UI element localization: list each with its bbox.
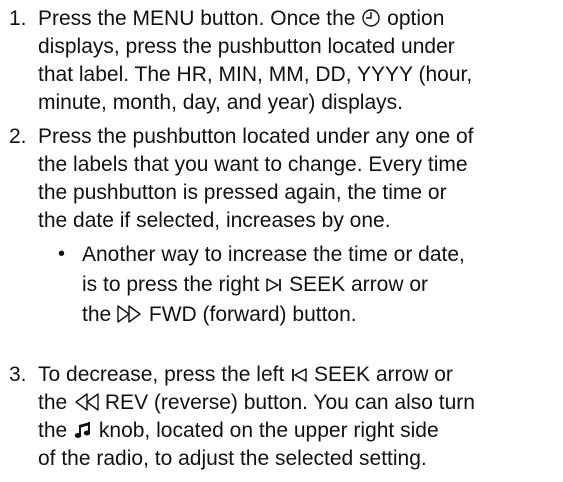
text-line: that label. The HR, MIN, MM, DD, YYYY (h… xyxy=(38,63,473,86)
text-segment: To decrease, press the left xyxy=(38,363,285,386)
text-line: the FWD (forward) button. xyxy=(82,300,552,330)
step-number: 2. xyxy=(9,125,27,148)
text-line: the pushbutton is pressed again, the tim… xyxy=(38,181,447,204)
text-line: of the radio, to adjust the selected set… xyxy=(38,447,427,470)
text-segment: SEEK arrow or xyxy=(314,363,453,386)
fast-forward-icon xyxy=(117,305,141,323)
text-segment: REV (reverse) button. You can also turn xyxy=(104,391,475,414)
music-note-icon xyxy=(74,422,91,438)
text-segment: the xyxy=(38,419,68,442)
bullet-text: Another way to increase the time or date… xyxy=(82,240,552,330)
text-segment: is to press the right xyxy=(82,273,260,296)
text-line: the REV (reverse) button. You can also t… xyxy=(38,389,558,417)
text-segment: Press the MENU button. Once the xyxy=(38,7,356,30)
text-line: the labels that you want to change. Ever… xyxy=(38,153,468,176)
text-line: is to press the right SEEK arrow or xyxy=(82,270,552,300)
text-segment: SEEK arrow or xyxy=(289,273,428,296)
clock-icon xyxy=(362,9,381,27)
bullet-mark: • xyxy=(58,243,66,265)
step-text: Press the MENU button. Once the option d… xyxy=(38,5,558,117)
text-segment: knob, located on the upper right side xyxy=(98,419,439,442)
step-text: Press the pushbutton located under any o… xyxy=(38,123,558,235)
text-segment: option xyxy=(387,7,445,30)
step-number: 3. xyxy=(9,363,27,386)
text-line: To decrease, press the left SEEK arrow o… xyxy=(38,361,558,389)
step-text: To decrease, press the left SEEK arrow o… xyxy=(38,361,558,473)
text-line: displays, press the pushbutton located u… xyxy=(38,35,455,58)
step-number: 1. xyxy=(9,7,27,30)
text-segment: the xyxy=(82,303,112,326)
instruction-page: 1. Press the MENU button. Once the optio… xyxy=(0,0,563,482)
text-line: Another way to increase the time or date… xyxy=(82,243,465,266)
text-segment: the xyxy=(38,391,68,414)
text-line: the date if selected, increases by one. xyxy=(38,209,391,232)
text-line: Press the MENU button. Once the option xyxy=(38,5,558,33)
seek-left-icon xyxy=(292,368,307,382)
text-segment: FWD (forward) button. xyxy=(148,303,357,326)
text-line: minute, month, day, and year) displays. xyxy=(38,91,403,114)
seek-right-icon xyxy=(266,278,282,292)
text-line: the knob, located on the upper right sid… xyxy=(38,417,558,445)
text-line: Press the pushbutton located under any o… xyxy=(38,125,474,148)
rewind-icon xyxy=(75,393,99,411)
